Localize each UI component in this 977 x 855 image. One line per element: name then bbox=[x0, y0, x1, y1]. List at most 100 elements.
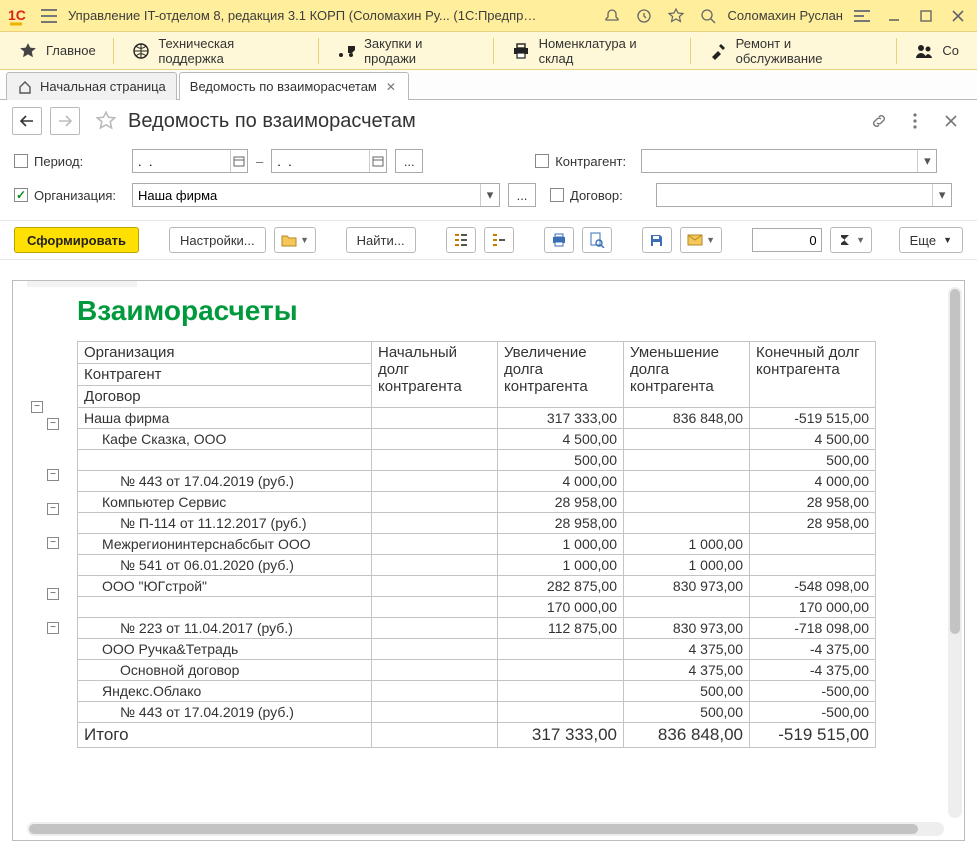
table-row[interactable]: Яндекс.Облако500,00-500,00 bbox=[78, 681, 876, 702]
dropdown-icon[interactable]: ▾ bbox=[917, 150, 936, 172]
tab-report[interactable]: Ведомость по взаиморасчетам ✕ bbox=[179, 72, 409, 100]
table-row[interactable]: № 443 от 17.04.2019 (руб.)500,00-500,00 bbox=[78, 702, 876, 723]
dropdown-icon[interactable]: ▾ bbox=[932, 184, 951, 206]
period-to-input[interactable] bbox=[271, 149, 387, 173]
report-title: Взаиморасчеты bbox=[77, 295, 944, 327]
col-end: Конечный долг контрагента bbox=[750, 342, 876, 408]
more-button[interactable]: Еще▼ bbox=[899, 227, 963, 253]
table-row[interactable]: 170 000,00170 000,00 bbox=[78, 597, 876, 618]
svg-text:1С: 1С bbox=[8, 7, 26, 23]
col-kontr: Контрагент bbox=[78, 364, 372, 386]
printer-icon bbox=[511, 41, 531, 61]
table-row[interactable]: ООО Ручка&Тетрадь4 375,00-4 375,00 bbox=[78, 639, 876, 660]
col-org: Организация bbox=[78, 342, 372, 364]
mail-icon bbox=[686, 231, 704, 249]
minimize-button[interactable] bbox=[881, 4, 907, 28]
maximize-button[interactable] bbox=[913, 4, 939, 28]
current-user[interactable]: Соломахин Руслан bbox=[727, 8, 843, 23]
tree-toggle[interactable]: − bbox=[47, 469, 59, 481]
calendar-icon[interactable] bbox=[369, 150, 386, 172]
section-label: Со bbox=[942, 43, 959, 58]
favorite-toggle-icon[interactable] bbox=[92, 107, 120, 135]
tree-toggle[interactable]: − bbox=[47, 622, 59, 634]
kontr-checkbox[interactable] bbox=[535, 154, 549, 168]
panel-settings-icon[interactable] bbox=[849, 4, 875, 28]
tab-close-icon[interactable]: ✕ bbox=[384, 80, 398, 94]
calc-button[interactable]: ▼ bbox=[830, 227, 872, 253]
section-purchase[interactable]: Закупки и продажи bbox=[324, 34, 488, 68]
table-row[interactable]: ООО "ЮГстрой"282 875,00830 973,00-548 09… bbox=[78, 576, 876, 597]
org-select-button[interactable]: ... bbox=[508, 183, 536, 207]
calendar-icon[interactable] bbox=[230, 150, 247, 172]
table-row[interactable]: 500,00500,00 bbox=[78, 450, 876, 471]
tree-toggle[interactable]: − bbox=[31, 401, 43, 413]
printer-icon bbox=[551, 233, 567, 247]
nav-forward-button[interactable] bbox=[50, 107, 80, 135]
page-close-icon[interactable] bbox=[937, 107, 965, 135]
section-main[interactable]: Главное bbox=[6, 34, 108, 68]
collapse-groups-button[interactable] bbox=[484, 227, 514, 253]
search-icon[interactable] bbox=[695, 4, 721, 28]
settings-button[interactable]: Настройки... bbox=[169, 227, 266, 253]
history-icon[interactable] bbox=[631, 4, 657, 28]
tree-toggle[interactable]: − bbox=[47, 588, 59, 600]
table-row[interactable]: № 443 от 17.04.2019 (руб.)4 000,004 000,… bbox=[78, 471, 876, 492]
generate-button[interactable]: Сформировать bbox=[14, 227, 139, 253]
page-title: Ведомость по взаиморасчетам bbox=[128, 110, 416, 133]
horizontal-scrollbar[interactable] bbox=[27, 822, 944, 836]
period-select-button[interactable]: ... bbox=[395, 149, 423, 173]
page-menu-icon[interactable] bbox=[901, 107, 929, 135]
report-body[interactable]: Взаиморасчеты Организация Начальный долг… bbox=[27, 287, 944, 818]
section-label: Главное bbox=[46, 43, 96, 58]
section-stock[interactable]: Номенклатура и склад bbox=[499, 34, 685, 68]
print-button[interactable] bbox=[544, 227, 574, 253]
expand-groups-button[interactable] bbox=[446, 227, 476, 253]
table-row[interactable]: Наша фирма317 333,00836 848,00-519 515,0… bbox=[78, 408, 876, 429]
dogovor-input[interactable]: ▾ bbox=[656, 183, 952, 207]
period-from-input[interactable] bbox=[132, 149, 248, 173]
preview-button[interactable] bbox=[582, 227, 612, 253]
dogovor-checkbox[interactable] bbox=[550, 188, 564, 202]
nav-back-button[interactable] bbox=[12, 107, 42, 135]
table-row[interactable]: № 541 от 06.01.2020 (руб.)1 000,001 000,… bbox=[78, 555, 876, 576]
table-row[interactable]: Основной договор4 375,00-4 375,00 bbox=[78, 660, 876, 681]
link-icon[interactable] bbox=[865, 107, 893, 135]
sum-input[interactable] bbox=[752, 228, 822, 252]
section-repair[interactable]: Ремонт и обслуживание bbox=[696, 34, 891, 68]
truck-icon bbox=[336, 41, 356, 61]
table-row[interactable]: Межрегионинтерснабсбыт ООО1 000,001 000,… bbox=[78, 534, 876, 555]
find-button[interactable]: Найти... bbox=[346, 227, 416, 253]
variants-button[interactable]: ▼ bbox=[274, 227, 316, 253]
tree-toggle[interactable]: − bbox=[47, 503, 59, 515]
vertical-scrollbar[interactable] bbox=[948, 287, 962, 818]
table-row[interactable]: Кафе Сказка, ООО4 500,004 500,00 bbox=[78, 429, 876, 450]
org-checkbox[interactable] bbox=[14, 188, 28, 202]
tab-start[interactable]: Начальная страница bbox=[6, 72, 177, 100]
folder-icon bbox=[280, 231, 298, 249]
people-icon bbox=[914, 41, 934, 61]
tab-label: Ведомость по взаиморасчетам bbox=[190, 79, 377, 94]
main-menu-button[interactable] bbox=[36, 4, 62, 28]
org-label: Организация: bbox=[34, 188, 116, 203]
section-contractors[interactable]: Со bbox=[902, 34, 971, 68]
send-button[interactable]: ▼ bbox=[680, 227, 722, 253]
table-row[interactable]: № 223 от 11.04.2017 (руб.)112 875,00830 … bbox=[78, 618, 876, 639]
org-input[interactable]: ▾ bbox=[132, 183, 500, 207]
total-row: Итого317 333,00836 848,00-519 515,00 bbox=[78, 723, 876, 748]
close-button[interactable] bbox=[945, 4, 971, 28]
period-checkbox[interactable] bbox=[14, 154, 28, 168]
col-dec: Уменьшение долга контрагента bbox=[624, 342, 750, 408]
favorite-icon[interactable] bbox=[663, 4, 689, 28]
app-logo: 1С bbox=[6, 4, 30, 28]
preview-icon bbox=[589, 232, 605, 248]
notifications-icon[interactable] bbox=[599, 4, 625, 28]
tree-toggle[interactable]: − bbox=[47, 418, 59, 430]
dropdown-icon[interactable]: ▾ bbox=[480, 184, 499, 206]
section-support[interactable]: Техническая поддержка bbox=[119, 34, 313, 68]
table-row[interactable]: № П-114 от 11.12.2017 (руб.)28 958,0028 … bbox=[78, 513, 876, 534]
table-row[interactable]: Компьютер Сервис28 958,0028 958,00 bbox=[78, 492, 876, 513]
kontr-input[interactable]: ▾ bbox=[641, 149, 937, 173]
save-button[interactable] bbox=[642, 227, 672, 253]
tree-toggle[interactable]: − bbox=[47, 537, 59, 549]
home-icon bbox=[17, 79, 33, 95]
